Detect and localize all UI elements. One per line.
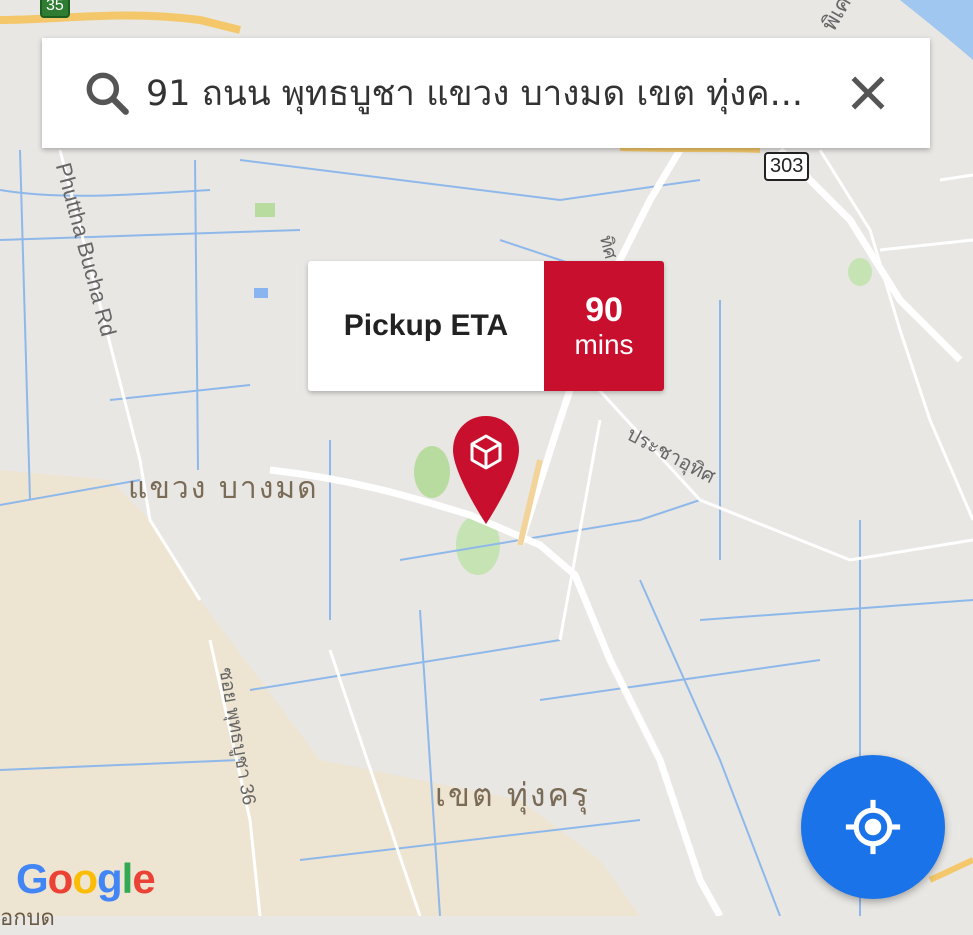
search-bar[interactable]: 91 ถนน พุทธบูชา แขวง บางมด เขต ทุ่งค... (42, 38, 930, 148)
eta-label: Pickup ETA (308, 261, 544, 391)
close-icon[interactable] (846, 71, 890, 115)
search-input[interactable]: 91 ถนน พุทธบูชา แขวง บางมด เขต ทุ่งค... (146, 66, 830, 121)
eta-minutes: 90 (585, 291, 623, 329)
google-logo-letter: e (132, 855, 155, 902)
my-location-icon (845, 799, 901, 855)
google-logo-letter: o (47, 855, 74, 902)
search-icon[interactable] (82, 68, 132, 118)
area-label-bang-mot: แขวง บางมด (128, 471, 319, 506)
area-label-thung-khru: เขต ทุ่งครุ (435, 776, 591, 814)
google-logo-letter: o (72, 855, 98, 902)
partial-area-label: อกบด (0, 906, 55, 931)
google-logo-letter: G (16, 855, 49, 902)
google-logo-letter: g (96, 855, 123, 902)
my-location-button[interactable] (801, 755, 945, 899)
eta-unit: mins (574, 329, 634, 360)
google-logo-letter: l (121, 855, 134, 902)
pickup-eta-card[interactable]: Pickup ETA 90 mins (308, 261, 664, 391)
eta-value-box: 90 mins (544, 261, 664, 391)
google-logo: Google (16, 855, 156, 903)
route-shield-35: 35 (40, 0, 70, 18)
pickup-marker[interactable] (451, 414, 521, 528)
route-shield-303: 303 (764, 152, 810, 181)
